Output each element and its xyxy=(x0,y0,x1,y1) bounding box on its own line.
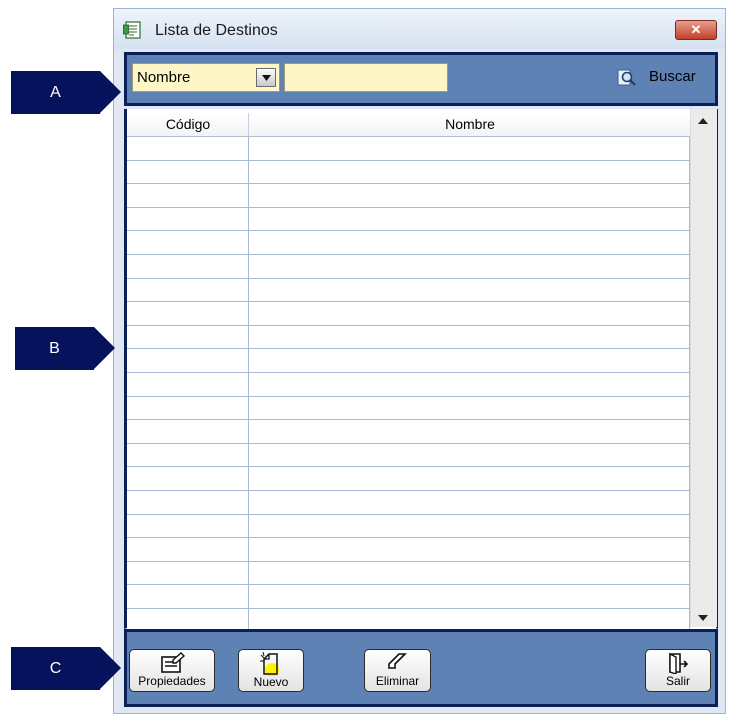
search-button-label: Buscar xyxy=(649,68,696,85)
exit-button[interactable]: Salir xyxy=(645,649,711,692)
table-row[interactable] xyxy=(127,279,690,303)
table-header: Código Nombre xyxy=(127,113,690,137)
callout-c-label: C xyxy=(11,647,100,690)
scroll-up-icon[interactable] xyxy=(698,118,708,124)
close-icon: ✕ xyxy=(690,22,702,37)
search-field-value: Nombre xyxy=(137,69,191,86)
table-row[interactable] xyxy=(127,255,690,279)
column-divider xyxy=(248,137,249,629)
destinations-window: Lista de Destinos ✕ Nombre Buscar Código… xyxy=(113,8,726,714)
new-document-icon xyxy=(260,652,279,676)
scroll-down-icon[interactable] xyxy=(698,615,708,621)
table-row[interactable] xyxy=(127,184,690,208)
callout-a-arrow xyxy=(100,71,121,113)
callout-b-label: B xyxy=(15,327,94,370)
table-row[interactable] xyxy=(127,208,690,232)
exit-door-icon xyxy=(669,652,689,674)
properties-label: Propiedades xyxy=(138,674,206,688)
delete-button[interactable]: Eliminar xyxy=(364,649,431,692)
column-header-name[interactable]: Nombre xyxy=(250,116,690,132)
table-rows xyxy=(127,137,690,609)
vertical-scrollbar[interactable] xyxy=(690,109,717,627)
destinations-table: Código Nombre xyxy=(124,109,718,629)
search-icon xyxy=(617,69,636,86)
table-row[interactable] xyxy=(127,585,690,609)
table-row[interactable] xyxy=(127,515,690,539)
edit-document-icon xyxy=(161,652,185,673)
search-bar: Nombre Buscar xyxy=(124,52,718,106)
callout-a-label: A xyxy=(11,71,100,114)
close-button[interactable]: ✕ xyxy=(675,20,717,40)
table-row[interactable] xyxy=(127,538,690,562)
action-bar: Propiedades Nuevo Eliminar Salir xyxy=(124,629,718,707)
window-title: Lista de Destinos xyxy=(155,22,278,39)
table-row[interactable] xyxy=(127,302,690,326)
table-row[interactable] xyxy=(127,161,690,185)
delete-label: Eliminar xyxy=(375,674,420,688)
table-row[interactable] xyxy=(127,326,690,350)
header-divider xyxy=(248,113,249,136)
table-row[interactable] xyxy=(127,349,690,373)
table-row[interactable] xyxy=(127,397,690,421)
new-label: Nuevo xyxy=(253,675,289,689)
callout-c-arrow xyxy=(100,647,121,689)
dropdown-button[interactable] xyxy=(256,68,276,87)
table-row[interactable] xyxy=(127,231,690,255)
new-button[interactable]: Nuevo xyxy=(238,649,304,692)
eraser-icon xyxy=(387,653,407,669)
column-header-code[interactable]: Código xyxy=(127,116,249,132)
table-row[interactable] xyxy=(127,491,690,515)
properties-button[interactable]: Propiedades xyxy=(129,649,215,692)
table-row[interactable] xyxy=(127,444,690,468)
chevron-down-icon xyxy=(262,75,271,81)
table-row[interactable] xyxy=(127,373,690,397)
document-dollar-icon xyxy=(123,21,143,39)
title-bar: Lista de Destinos ✕ xyxy=(114,9,725,49)
table-row[interactable] xyxy=(127,562,690,586)
table-row[interactable] xyxy=(127,467,690,491)
search-field-select[interactable]: Nombre xyxy=(132,63,280,92)
table-row[interactable] xyxy=(127,420,690,444)
callout-b-arrow xyxy=(94,327,115,369)
search-input[interactable] xyxy=(284,63,448,92)
table-row[interactable] xyxy=(127,137,690,161)
exit-label: Salir xyxy=(665,674,690,688)
search-button[interactable]: Buscar xyxy=(610,63,713,93)
